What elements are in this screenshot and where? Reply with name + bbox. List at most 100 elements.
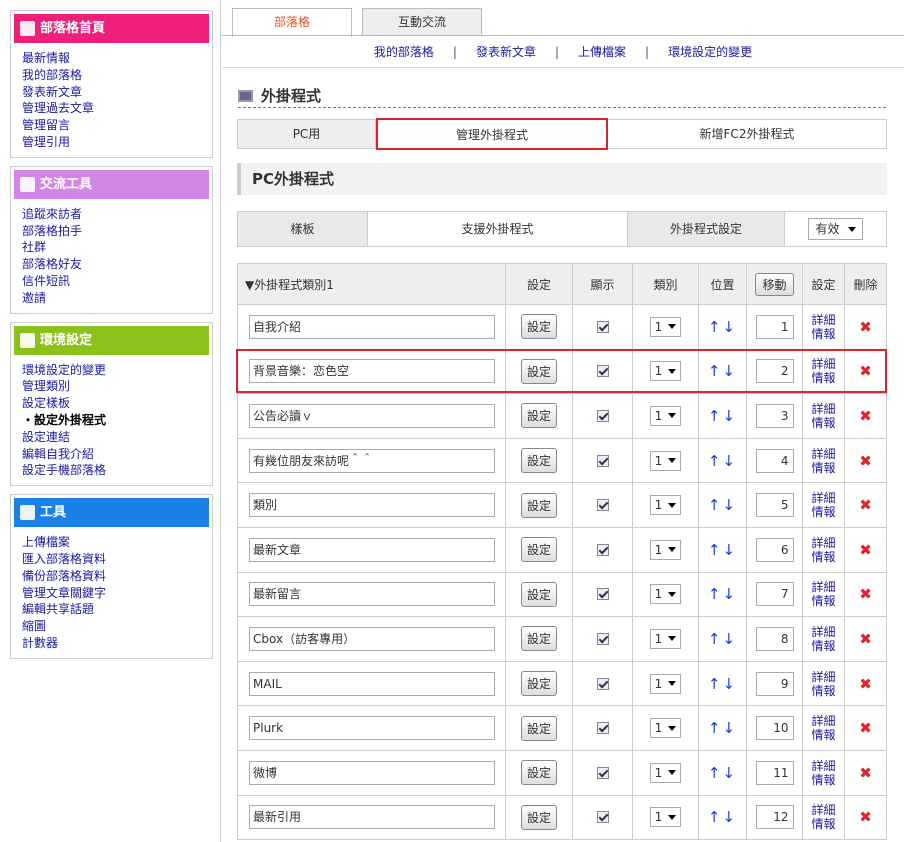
- up-down-arrows-icon[interactable]: ↑↓: [708, 630, 737, 648]
- sidebar-link[interactable]: 設定手機部落格: [22, 463, 106, 477]
- position-input[interactable]: 6: [755, 537, 794, 562]
- show-checkbox[interactable]: [596, 499, 609, 512]
- position-input[interactable]: 10: [755, 716, 794, 741]
- show-checkbox[interactable]: [596, 409, 609, 422]
- header-category[interactable]: ▼外掛程式類別1: [238, 264, 506, 304]
- tab-manage-plugins[interactable]: 管理外掛程式: [376, 118, 608, 150]
- plugin-name-input[interactable]: MAIL: [249, 671, 495, 696]
- show-checkbox[interactable]: [596, 454, 609, 467]
- up-down-arrows-icon[interactable]: ↑↓: [708, 585, 737, 603]
- position-input[interactable]: 7: [755, 582, 794, 607]
- category-select[interactable]: 1: [649, 762, 682, 783]
- up-down-arrows-icon[interactable]: ↑↓: [708, 541, 737, 559]
- sidebar-link[interactable]: 部落格拍手: [22, 224, 82, 238]
- sidebar-link[interactable]: 我的部落格: [22, 68, 82, 82]
- position-input[interactable]: 8: [755, 626, 794, 651]
- show-checkbox[interactable]: [596, 365, 609, 378]
- delete-icon[interactable]: ✖: [859, 585, 872, 603]
- sidebar-link[interactable]: 縮圖: [22, 619, 46, 633]
- detail-link[interactable]: 詳細 情報: [811, 714, 835, 742]
- detail-link[interactable]: 詳細 情報: [811, 580, 835, 608]
- show-checkbox[interactable]: [596, 722, 609, 735]
- set-button[interactable]: 設定: [520, 760, 557, 786]
- sidebar-tools-header[interactable]: 交流工具: [14, 169, 209, 199]
- position-input[interactable]: 4: [755, 448, 794, 473]
- detail-link[interactable]: 詳細 情報: [811, 313, 835, 341]
- detail-link[interactable]: 詳細 情報: [811, 447, 835, 475]
- detail-link[interactable]: 詳細 情報: [811, 803, 835, 831]
- sidebar-link[interactable]: 計數器: [22, 636, 58, 650]
- sidebar-link[interactable]: 設定連結: [22, 430, 70, 444]
- sidebar-link[interactable]: 管理文章關鍵字: [22, 586, 106, 600]
- up-down-arrows-icon[interactable]: ↑↓: [708, 496, 737, 514]
- up-down-arrows-icon[interactable]: ↑↓: [708, 719, 737, 737]
- sidebar-link[interactable]: 匯入部落格資料: [22, 552, 106, 566]
- sidebar-link[interactable]: 管理留言: [22, 118, 70, 132]
- sidebar-link[interactable]: 追蹤來訪者: [22, 207, 82, 221]
- category-select[interactable]: 1: [649, 450, 682, 471]
- position-input[interactable]: 11: [755, 760, 794, 785]
- set-button[interactable]: 設定: [520, 581, 557, 607]
- detail-link[interactable]: 詳細 情報: [811, 625, 835, 653]
- delete-icon[interactable]: ✖: [859, 719, 872, 737]
- position-input[interactable]: 1: [755, 314, 794, 339]
- show-checkbox[interactable]: [596, 632, 609, 645]
- sidebar-link[interactable]: 管理引用: [22, 135, 70, 149]
- plugin-name-input[interactable]: 最新引用: [249, 805, 495, 830]
- show-checkbox[interactable]: [596, 320, 609, 333]
- detail-link[interactable]: 詳細 情報: [811, 759, 835, 787]
- show-checkbox[interactable]: [596, 677, 609, 690]
- set-button[interactable]: 設定: [520, 314, 557, 340]
- sidebar-link[interactable]: 環境設定的變更: [22, 363, 106, 377]
- set-button[interactable]: 設定: [520, 804, 557, 830]
- sidebar-link[interactable]: 上傳檔案: [22, 535, 70, 549]
- detail-link[interactable]: 詳細 情報: [811, 670, 835, 698]
- detail-link[interactable]: 詳細 情報: [811, 402, 835, 430]
- tab-interaction[interactable]: 互動交流: [362, 8, 482, 36]
- sidebar-link[interactable]: 邀請: [22, 291, 46, 305]
- move-button[interactable]: 移動: [755, 272, 794, 296]
- up-down-arrows-icon[interactable]: ↑↓: [708, 362, 737, 380]
- category-select[interactable]: 1: [649, 539, 682, 560]
- position-input[interactable]: 12: [755, 805, 794, 830]
- sidebar-link[interactable]: 管理類別: [22, 379, 70, 393]
- sidebar-link[interactable]: 發表新文章: [22, 85, 82, 99]
- category-select[interactable]: 1: [649, 807, 682, 828]
- show-checkbox[interactable]: [596, 811, 609, 824]
- position-input[interactable]: 2: [755, 359, 794, 384]
- delete-icon[interactable]: ✖: [859, 764, 872, 782]
- sidebar-util-header[interactable]: 工具: [14, 498, 209, 528]
- up-down-arrows-icon[interactable]: ↑↓: [708, 452, 737, 470]
- category-select[interactable]: 1: [649, 718, 682, 739]
- sidebar-link[interactable]: 最新情報: [22, 51, 70, 65]
- sidebar-link[interactable]: 部落格好友: [22, 257, 82, 271]
- sidebar-link[interactable]: 社群: [22, 240, 46, 254]
- tab-add-fc2-plugin[interactable]: 新增FC2外掛程式: [608, 120, 886, 148]
- set-button[interactable]: 設定: [520, 358, 557, 384]
- sidebar-home-header[interactable]: 部落格首頁: [14, 14, 209, 43]
- delete-icon[interactable]: ✖: [859, 318, 872, 336]
- up-down-arrows-icon[interactable]: ↑↓: [708, 318, 737, 336]
- status-select[interactable]: 有效: [808, 218, 863, 240]
- subnav-env-settings[interactable]: 環境設定的變更: [649, 43, 771, 60]
- plugin-name-input[interactable]: Plurk: [249, 716, 495, 741]
- sidebar-link[interactable]: ・設定外掛程式: [22, 413, 106, 427]
- plugin-name-input[interactable]: 類別: [249, 493, 495, 518]
- delete-icon[interactable]: ✖: [859, 407, 872, 425]
- sidebar-link[interactable]: 管理過去文章: [22, 101, 94, 115]
- category-select[interactable]: 1: [649, 361, 682, 382]
- up-down-arrows-icon[interactable]: ↑↓: [708, 675, 737, 693]
- show-checkbox[interactable]: [596, 543, 609, 556]
- show-checkbox[interactable]: [596, 588, 609, 601]
- delete-icon[interactable]: ✖: [859, 541, 872, 559]
- set-button[interactable]: 設定: [520, 537, 557, 563]
- set-button[interactable]: 設定: [520, 448, 557, 474]
- delete-icon[interactable]: ✖: [859, 452, 872, 470]
- plugin-name-input[interactable]: 最新文章: [249, 537, 495, 562]
- delete-icon[interactable]: ✖: [859, 630, 872, 648]
- category-select[interactable]: 1: [649, 316, 682, 337]
- position-input[interactable]: 9: [755, 671, 794, 696]
- set-button[interactable]: 設定: [520, 671, 557, 697]
- up-down-arrows-icon[interactable]: ↑↓: [708, 407, 737, 425]
- up-down-arrows-icon[interactable]: ↑↓: [708, 808, 737, 826]
